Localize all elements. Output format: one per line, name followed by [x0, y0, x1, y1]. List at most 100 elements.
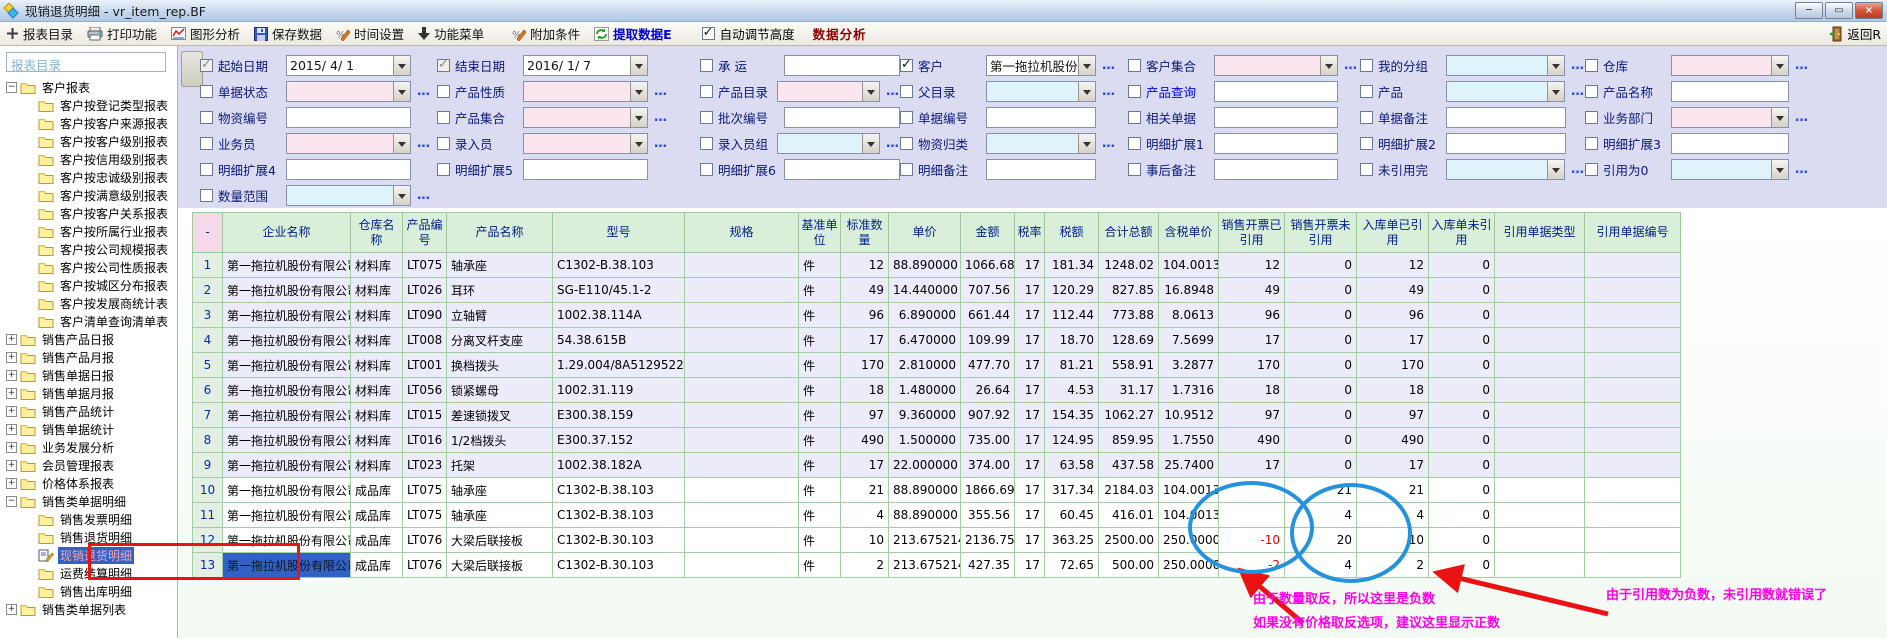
- table-cell[interactable]: [1585, 278, 1681, 303]
- filter-checkbox-录入员组[interactable]: [700, 137, 713, 150]
- table-cell[interactable]: 0: [1429, 278, 1495, 303]
- filter-more-button-数量范围[interactable]: …: [417, 188, 431, 203]
- filter-dropdown-仓库[interactable]: [1671, 55, 1789, 76]
- filter-more-button-录入员[interactable]: …: [654, 136, 668, 151]
- column-header-入库单已引用[interactable]: 入库单已引用: [1357, 213, 1429, 253]
- filter-input-明细扩展5[interactable]: [523, 159, 648, 180]
- filter-checkbox-物资归类[interactable]: [900, 137, 913, 150]
- table-cell[interactable]: LT023: [403, 453, 447, 478]
- tree-item-客户按客户来源报表[interactable]: 客户按客户来源报表: [2, 114, 176, 132]
- table-cell[interactable]: 件: [799, 503, 841, 528]
- table-cell[interactable]: 1066.68: [961, 253, 1015, 278]
- dropdown-arrow-icon[interactable]: [393, 186, 410, 205]
- table-cell[interactable]: 大梁后联接板: [447, 528, 553, 553]
- filter-checkbox-产品目录[interactable]: [700, 85, 713, 98]
- tree-item-运费结算明细[interactable]: 运费结算明细: [2, 564, 176, 582]
- table-cell[interactable]: 轴承座: [447, 253, 553, 278]
- row-number-cell[interactable]: 8: [193, 428, 223, 453]
- tree-item-销售类单据明细[interactable]: −销售类单据明细: [2, 492, 176, 510]
- tree-item-客户报表[interactable]: −客户报表: [2, 78, 176, 96]
- filter-checkbox-产品性质[interactable]: [437, 85, 450, 98]
- table-cell[interactable]: [685, 328, 799, 353]
- table-cell[interactable]: 0: [1429, 328, 1495, 353]
- filter-checkbox-批次编号[interactable]: [700, 111, 713, 124]
- table-cell[interactable]: 2: [841, 553, 889, 578]
- table-cell[interactable]: 17: [1015, 353, 1045, 378]
- table-cell[interactable]: [1585, 253, 1681, 278]
- table-cell[interactable]: 3.2877: [1159, 353, 1219, 378]
- table-cell[interactable]: [1495, 353, 1585, 378]
- table-cell[interactable]: 成品库: [351, 478, 403, 503]
- table-cell[interactable]: 大梁后联接板: [447, 553, 553, 578]
- tree-item-客户按公司规模报表[interactable]: 客户按公司规模报表: [2, 240, 176, 258]
- table-cell[interactable]: 1248.02: [1099, 253, 1159, 278]
- table-cell[interactable]: 17: [1015, 378, 1045, 403]
- toolbar-button-提取数据E[interactable]: 提取数据E: [594, 24, 672, 43]
- toolbar-button-功能菜单[interactable]: 功能菜单: [418, 24, 484, 43]
- dropdown-arrow-icon[interactable]: [630, 134, 647, 153]
- table-cell[interactable]: 材料库: [351, 403, 403, 428]
- table-cell[interactable]: 0: [1429, 503, 1495, 528]
- table-cell[interactable]: 0: [1429, 378, 1495, 403]
- table-cell[interactable]: 件: [799, 353, 841, 378]
- table-cell[interactable]: 128.69: [1099, 328, 1159, 353]
- column-header-企业名称[interactable]: 企业名称: [223, 213, 351, 253]
- minimize-button[interactable]: ─: [1795, 2, 1823, 19]
- table-cell[interactable]: 第一拖拉机股份有限公司: [223, 403, 351, 428]
- table-cell[interactable]: [1495, 428, 1585, 453]
- expand-box-icon[interactable]: +: [6, 460, 17, 471]
- table-cell[interactable]: 0: [1429, 353, 1495, 378]
- filter-dropdown-单据状态[interactable]: [286, 81, 411, 102]
- expand-box-icon[interactable]: +: [6, 406, 17, 417]
- table-cell[interactable]: 2500.00: [1099, 528, 1159, 553]
- table-cell[interactable]: 112.44: [1045, 303, 1099, 328]
- table-cell[interactable]: 第一拖拉机股份有限公司: [223, 478, 351, 503]
- table-cell[interactable]: 材料库: [351, 453, 403, 478]
- table-cell[interactable]: 181.34: [1045, 253, 1099, 278]
- table-cell[interactable]: LT076: [403, 528, 447, 553]
- table-cell[interactable]: 1866.69: [961, 478, 1015, 503]
- filter-dropdown-录入员[interactable]: [523, 133, 648, 154]
- table-cell[interactable]: 558.91: [1099, 353, 1159, 378]
- filter-dropdown-业务员[interactable]: [286, 133, 411, 154]
- table-cell[interactable]: 件: [799, 378, 841, 403]
- filter-dropdown-我的分组[interactable]: [1446, 55, 1565, 76]
- table-cell[interactable]: 49: [1357, 278, 1429, 303]
- table-cell[interactable]: [1495, 403, 1585, 428]
- table-cell[interactable]: 耳环: [447, 278, 553, 303]
- filter-checkbox-明细扩展2[interactable]: [1360, 137, 1373, 150]
- tree-item-客户按公司性质报表[interactable]: 客户按公司性质报表: [2, 258, 176, 276]
- column-header-销售开票未引用[interactable]: 销售开票未引用: [1285, 213, 1357, 253]
- dropdown-arrow-icon[interactable]: [1771, 160, 1788, 179]
- table-cell[interactable]: 355.56: [961, 503, 1015, 528]
- table-cell[interactable]: [1495, 528, 1585, 553]
- table-cell[interactable]: 4: [1285, 503, 1357, 528]
- row-number-cell[interactable]: 12: [193, 528, 223, 553]
- table-cell[interactable]: 第一拖拉机股份有限公司: [223, 353, 351, 378]
- table-cell[interactable]: LT090: [403, 303, 447, 328]
- table-cell[interactable]: 12: [1357, 253, 1429, 278]
- column-header-型号[interactable]: 型号: [553, 213, 685, 253]
- filter-checkbox-明细扩展5[interactable]: [437, 163, 450, 176]
- table-cell[interactable]: [1585, 553, 1681, 578]
- tree-item-销售发票明细[interactable]: 销售发票明细: [2, 510, 176, 528]
- filter-checkbox-仓库[interactable]: [1585, 59, 1598, 72]
- table-cell[interactable]: 490: [841, 428, 889, 453]
- table-cell[interactable]: [685, 253, 799, 278]
- table-cell[interactable]: 分离叉杆支座: [447, 328, 553, 353]
- table-cell[interactable]: [1495, 478, 1585, 503]
- table-cell[interactable]: 21: [1285, 478, 1357, 503]
- table-cell[interactable]: LT008: [403, 328, 447, 353]
- table-cell[interactable]: 707.56: [961, 278, 1015, 303]
- data-analysis-button[interactable]: 数据分析: [813, 24, 867, 43]
- filter-checkbox-单据状态[interactable]: [200, 85, 213, 98]
- table-cell[interactable]: 859.95: [1099, 428, 1159, 453]
- table-cell[interactable]: 97: [1219, 403, 1285, 428]
- table-cell[interactable]: 17: [841, 328, 889, 353]
- filter-input-产品名称[interactable]: [1671, 81, 1789, 102]
- table-cell[interactable]: 4: [841, 503, 889, 528]
- row-number-cell[interactable]: 13: [193, 553, 223, 578]
- filter-input-明细扩展6[interactable]: [784, 159, 900, 180]
- table-cell[interactable]: 477.70: [961, 353, 1015, 378]
- table-cell[interactable]: 0: [1429, 428, 1495, 453]
